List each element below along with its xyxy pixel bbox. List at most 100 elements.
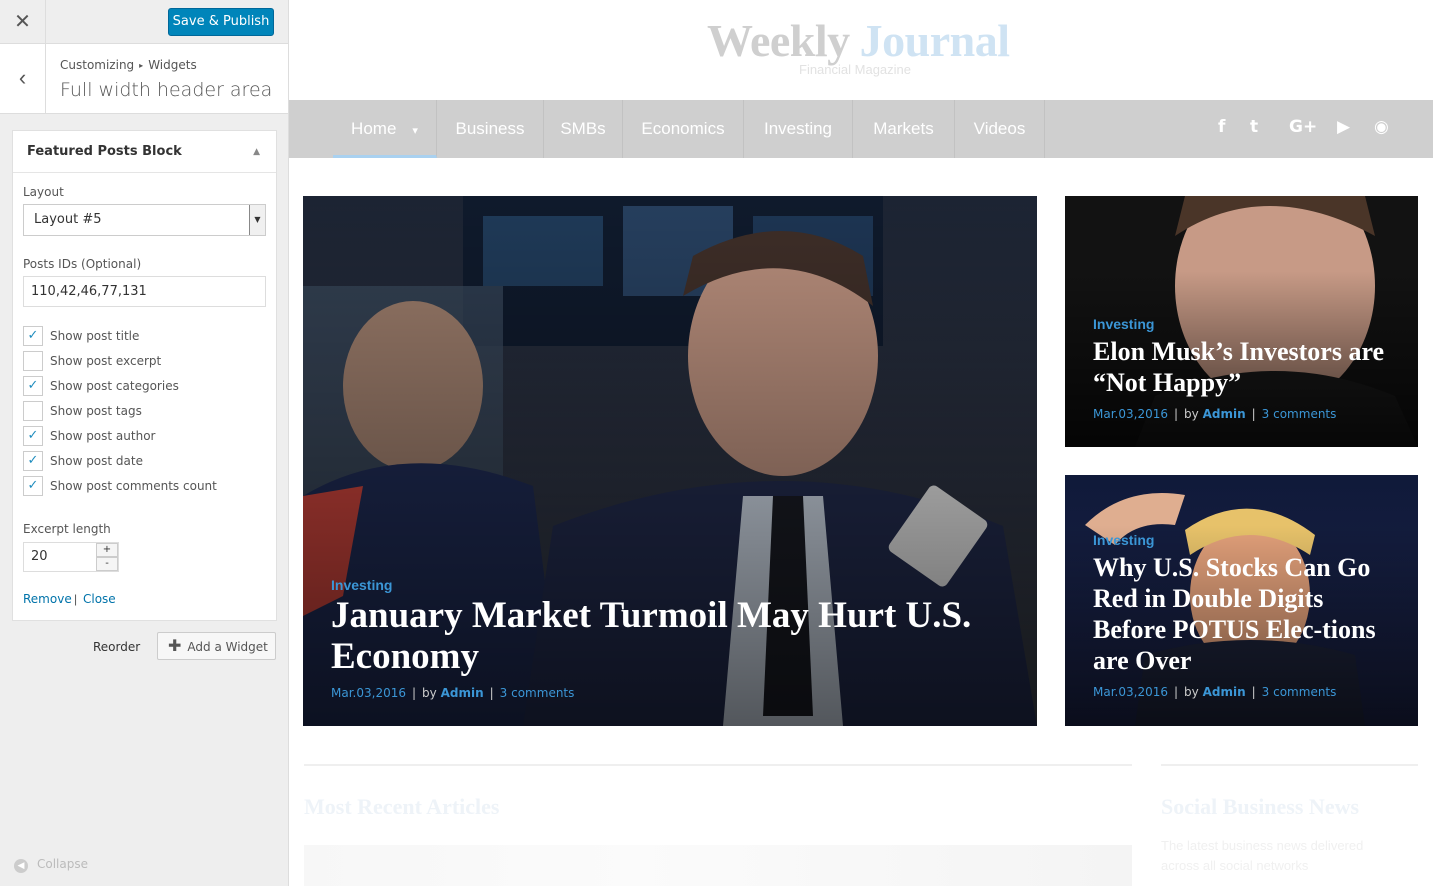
google-plus-icon[interactable]: G+ <box>1289 117 1317 137</box>
layout-selected-value: Layout #5 <box>34 212 102 227</box>
facebook-icon[interactable]: f <box>1218 117 1225 137</box>
featured-post-2[interactable]: Investing Elon Musk’s Investors are “Not… <box>1065 196 1418 447</box>
logo-weekly: Weekly <box>707 15 850 66</box>
checkbox-label: Show post title <box>50 329 140 343</box>
excerpt-length-value: 20 <box>31 549 48 564</box>
featured-post-3[interactable]: Investing Why U.S. Stocks Can Go Red in … <box>1065 475 1418 726</box>
post-author[interactable]: Admin <box>1203 407 1246 421</box>
remove-link[interactable]: Remove <box>23 592 72 606</box>
breadcrumb-widgets: Widgets <box>148 58 197 72</box>
post-comments[interactable]: 3 comments <box>500 686 575 700</box>
post-meta: Mar.03,2016 | by Admin | 3 comments <box>331 686 575 700</box>
post-title[interactable]: Elon Musk’s Investors are “Not Happy” <box>1093 336 1393 398</box>
nav-markets[interactable]: Markets <box>853 100 955 158</box>
chevron-down-icon: ▾ <box>412 125 418 137</box>
breadcrumb-separator-icon: ▸ <box>139 61 144 70</box>
reorder-button[interactable]: Reorder <box>93 640 140 654</box>
chevron-down-icon[interactable]: ▼ <box>249 205 265 235</box>
checkbox-label: Show post categories <box>50 379 179 393</box>
checkbox-label: Show post excerpt <box>50 354 162 368</box>
save-publish-button[interactable]: Save & Publish <box>168 8 274 36</box>
social-news-text: The latest business news delivered acros… <box>1161 838 1364 873</box>
nav-smbs[interactable]: SMBs <box>544 100 623 158</box>
nav-home-label: Home <box>351 119 397 138</box>
post-category[interactable]: Investing <box>1093 316 1154 332</box>
add-widget-label: Add a Widget <box>187 640 268 654</box>
checkbox-checked[interactable]: ✓ <box>23 326 43 346</box>
post-by: by <box>1184 685 1199 699</box>
checkbox-checked[interactable]: ✓ <box>23 376 43 396</box>
close-link[interactable]: Close <box>83 592 116 606</box>
post-comments[interactable]: 3 comments <box>1262 685 1337 699</box>
post-author[interactable]: Admin <box>441 686 484 700</box>
checkbox-checked[interactable]: ✓ <box>23 476 43 496</box>
rss-icon[interactable]: ◉ <box>1374 117 1389 137</box>
most-recent-heading: Most Recent Articles <box>304 794 500 819</box>
site-logo[interactable]: Weekly Journal <box>707 14 1010 67</box>
nav-videos[interactable]: Videos <box>955 100 1045 158</box>
checkbox-label: Show post comments count <box>50 479 217 493</box>
section-divider <box>1161 764 1418 766</box>
collapse-label: Collapse <box>37 857 88 871</box>
post-meta: Mar.03,2016 | by Admin | 3 comments <box>1093 407 1337 421</box>
nav-economics[interactable]: Economics <box>623 100 744 158</box>
nav-business[interactable]: Business <box>437 100 544 158</box>
featured-posts-widget: Featured Posts Block ▲ Layout Layout #5 … <box>12 130 277 621</box>
main-navigation: Home ▾ Business SMBs Economics Investing … <box>289 100 1433 158</box>
add-widget-button[interactable]: ✚ Add a Widget <box>157 632 276 660</box>
back-button[interactable]: ‹ <box>0 44 46 114</box>
checkbox-checked[interactable]: ✓ <box>23 426 43 446</box>
site-preview: Weekly Journal Financial Magazine Home ▾ B… <box>289 0 1433 886</box>
logo-journal: Journal <box>859 15 1010 66</box>
decrement-icon[interactable]: - <box>96 557 118 571</box>
post-by: by <box>1184 407 1199 421</box>
checkbox-label: Show post tags <box>50 404 142 418</box>
post-category[interactable]: Investing <box>331 577 392 593</box>
post-date: Mar.03,2016 <box>1093 685 1168 699</box>
widget-header[interactable]: Featured Posts Block ▲ <box>13 131 276 173</box>
section-title: Full width header area <box>60 79 273 101</box>
customizer-sidebar: ✕ Save & Publish ‹ Customizing ▸ Widgets F… <box>0 0 289 886</box>
posts-ids-label: Posts IDs (Optional) <box>23 257 142 271</box>
social-news-heading: Social Business News <box>1161 794 1360 819</box>
checkbox-unchecked[interactable] <box>23 401 43 421</box>
checkbox-label: Show post author <box>50 429 156 443</box>
post-category[interactable]: Investing <box>1093 532 1154 548</box>
widget-title: Featured Posts Block <box>27 144 182 159</box>
post-author[interactable]: Admin <box>1203 685 1246 699</box>
twitter-icon[interactable]: t <box>1250 117 1258 137</box>
post-meta: Mar.03,2016 | by Admin | 3 comments <box>1093 685 1337 699</box>
close-icon: ✕ <box>14 11 31 33</box>
section-divider <box>304 764 1132 766</box>
excerpt-length-stepper[interactable]: 20 + - <box>23 542 119 572</box>
youtube-icon[interactable]: ▶ <box>1337 117 1350 137</box>
breadcrumb-customizing: Customizing <box>60 58 135 72</box>
post-by: by <box>422 686 437 700</box>
post-comments[interactable]: 3 comments <box>1262 407 1337 421</box>
collapse-button[interactable]: ◀ Collapse <box>14 857 88 873</box>
excerpt-length-label: Excerpt length <box>23 522 111 536</box>
increment-icon[interactable]: + <box>96 543 118 557</box>
customizer-topbar: ✕ Save & Publish <box>0 0 288 44</box>
featured-post-main[interactable]: Investing January Market Turmoil May Hur… <box>303 196 1037 726</box>
collapse-arrow-icon: ◀ <box>14 859 28 873</box>
recent-article-image <box>304 845 1132 886</box>
checkbox-label: Show post date <box>50 454 143 468</box>
post-title[interactable]: January Market Turmoil May Hurt U.S. Eco… <box>331 595 1021 677</box>
nav-home[interactable]: Home ▾ <box>333 100 437 158</box>
chevron-left-icon: ‹ <box>18 65 27 90</box>
checkbox-checked[interactable]: ✓ <box>23 451 43 471</box>
collapse-arrow-icon[interactable]: ▲ <box>253 131 260 173</box>
post-title[interactable]: Why U.S. Stocks Can Go Red in Double Dig… <box>1093 552 1403 676</box>
nav-investing[interactable]: Investing <box>744 100 853 158</box>
posts-ids-input[interactable]: 110,42,46,77,131 <box>23 276 266 307</box>
post-date: Mar.03,2016 <box>1093 407 1168 421</box>
close-customizer-button[interactable]: ✕ <box>0 0 46 44</box>
checkbox-unchecked[interactable] <box>23 351 43 371</box>
post-date: Mar.03,2016 <box>331 686 406 700</box>
breadcrumb: Customizing ▸ Widgets <box>60 58 197 72</box>
layout-select[interactable]: Layout #5 ▼ <box>23 204 266 236</box>
site-tagline: Financial Magazine <box>799 62 912 77</box>
section-header: ‹ Customizing ▸ Widgets Full width header … <box>0 44 288 114</box>
layout-label: Layout <box>23 185 64 199</box>
